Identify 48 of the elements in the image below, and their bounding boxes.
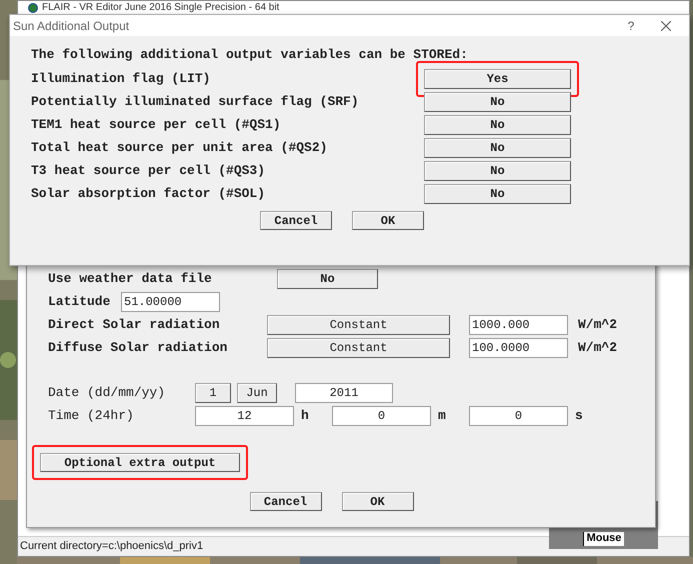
dialog-button[interactable]: OK (342, 492, 414, 511)
time-field[interactable]: 0 (469, 406, 568, 426)
dialog-title: Sun Additional Output (13, 18, 130, 34)
time-field[interactable]: 0 (332, 406, 431, 426)
close-icon[interactable] (661, 20, 671, 30)
output-toggle-button[interactable]: No (424, 184, 571, 204)
unit-label: h (300, 406, 310, 425)
dialog-button[interactable]: OK (352, 211, 424, 230)
output-toggle-button[interactable]: Yes (424, 68, 571, 88)
output-toggle-button[interactable]: No (424, 138, 571, 158)
output-toggle-button[interactable]: No (424, 114, 571, 134)
mode-button[interactable]: Constant (267, 338, 450, 358)
output-label: T3 heat source per cell (#QS3) (31, 162, 266, 180)
radiation-field[interactable]: 100.0000 (469, 338, 568, 358)
output-label: Solar absorption factor (#SOL) (31, 184, 266, 203)
field-label: Direct Solar radiation (48, 316, 221, 334)
mode-button[interactable]: Constant (267, 314, 450, 334)
weather-toggle-button[interactable]: No (277, 268, 378, 288)
output-toggle-button[interactable]: No (424, 92, 571, 112)
radiation-field[interactable]: 1000.000 (469, 314, 568, 334)
field-label: Time (24hr) (48, 406, 135, 425)
month-button[interactable]: Jun (237, 382, 277, 402)
output-label: Illumination flag (LIT) (31, 70, 212, 88)
output-toggle-button[interactable]: No (424, 160, 571, 180)
unit-label: W/m^2 (578, 316, 618, 334)
mouse-button[interactable]: Mouse (582, 532, 624, 546)
field-label: Use weather data file (48, 270, 213, 288)
app-logo-icon (28, 2, 38, 12)
dialog-button[interactable]: Cancel (250, 492, 322, 511)
output-label: Potentially illuminated surface flag (SRF) (31, 92, 360, 111)
optional-output-button[interactable]: Optional extra output (40, 453, 240, 472)
field-label: Date (dd/mm/yy) (48, 384, 166, 402)
latitude-field[interactable]: 51.00000 (121, 292, 220, 312)
dialog-button[interactable]: Cancel (260, 211, 332, 230)
unit-label: W/m^2 (578, 338, 618, 357)
day-button[interactable]: 1 (195, 382, 231, 402)
window-title: FLAIR - VR Editor June 2016 Single Precision - 64 bit (42, 2, 280, 12)
field-label: Diffuse Solar radiation (48, 338, 228, 357)
help-button[interactable]: ? (621, 16, 641, 34)
unit-label: m (437, 406, 447, 425)
time-field[interactable]: 12 (195, 406, 294, 426)
unit-label: s (574, 406, 584, 425)
intro-text: The following additional output variables can be STOREd: (31, 46, 469, 64)
field-label: Latitude (48, 292, 112, 311)
year-field[interactable]: 2011 (295, 382, 393, 402)
status-text: Current directory=c:\phoenics\d_priv1 (20, 539, 204, 554)
output-label: Total heat source per unit area (#QS2) (31, 138, 328, 157)
output-label: TEM1 heat source per cell (#QS1) (31, 116, 282, 134)
